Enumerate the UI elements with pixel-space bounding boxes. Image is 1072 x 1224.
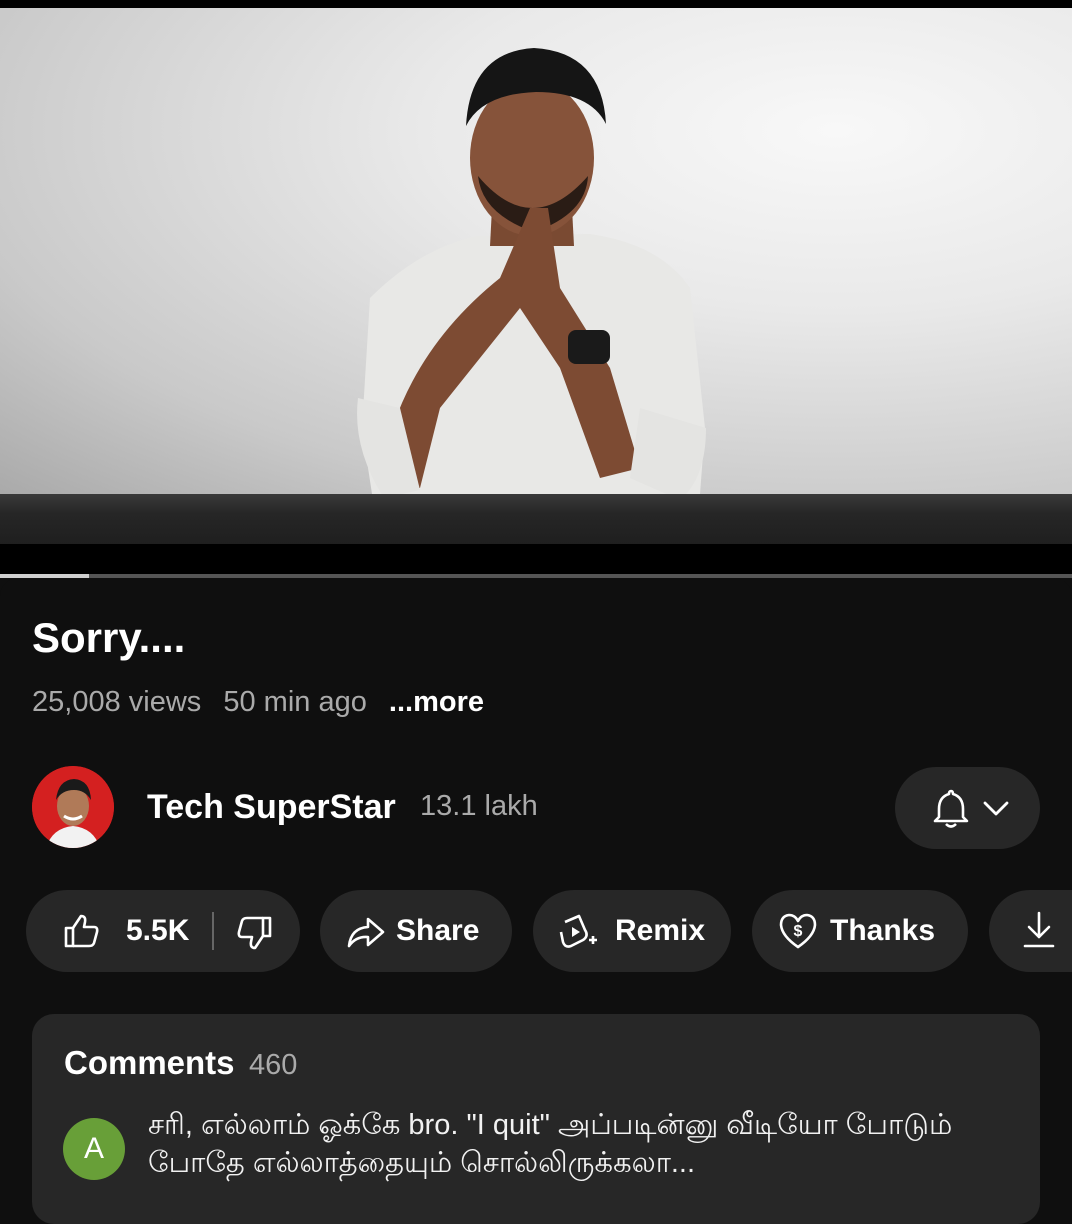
channel-avatar[interactable] [32, 766, 114, 848]
top-comment-text: சரி, எல்லாம் ஓக்கே bro. "I quit" அப்படின… [148, 1109, 953, 1179]
dislike-button[interactable] [214, 890, 300, 972]
channel-row: Tech SuperStar 13.1 lakh [32, 764, 1042, 850]
channel-name[interactable]: Tech SuperStar [147, 788, 396, 827]
bell-icon [933, 789, 969, 828]
dislike-icon [237, 916, 272, 950]
thanks-label: Thanks [830, 914, 936, 947]
subscription-bell-button[interactable] [895, 767, 1040, 849]
channel-avatar-image [32, 766, 114, 848]
video-frame-person [357, 48, 706, 500]
chevron-down-icon [983, 801, 1009, 816]
video-title: Sorry.... [32, 614, 186, 661]
video-details-panel: Sorry.... 25,008 views 50 min ago ...mor… [0, 578, 1072, 1224]
upload-age: 50 min ago [223, 686, 367, 718]
share-button[interactable]: Share [320, 890, 512, 972]
download-icon [1023, 911, 1055, 948]
download-button[interactable] [989, 890, 1072, 972]
remix-label: Remix [615, 914, 706, 947]
comments-count: 460 [248, 1049, 298, 1081]
video-table-surface [0, 494, 1072, 544]
thanks-button[interactable]: $ Thanks [752, 890, 968, 972]
action-bar: 5.5K Share Remix $ Thanks [26, 890, 1072, 972]
remix-button[interactable]: Remix [533, 890, 731, 972]
like-dislike-pill: 5.5K [26, 890, 300, 972]
subscriber-count: 13.1 lakh [420, 790, 538, 822]
share-label: Share [396, 914, 480, 947]
like-icon [64, 914, 99, 948]
comments-section[interactable]: Comments 460 A சரி, எல்லாம் ஓக்கே bro. "… [32, 1014, 1040, 1224]
video-letterbox [0, 544, 1072, 574]
thanks-icon: $ [779, 913, 817, 949]
more-link[interactable]: ...more [389, 686, 484, 718]
commenter-avatar[interactable]: A [63, 1118, 125, 1180]
comments-header: Comments 460 [64, 1044, 297, 1082]
comments-title: Comments [64, 1044, 235, 1081]
view-count: 25,008 views [32, 686, 202, 718]
remix-icon [559, 914, 597, 948]
share-icon [347, 917, 385, 948]
like-button[interactable]: 5.5K [26, 890, 212, 972]
video-player[interactable] [0, 8, 1072, 574]
like-count: 5.5K [126, 914, 190, 947]
status-bar-strip [0, 0, 1072, 8]
svg-text:$: $ [794, 923, 803, 940]
video-meta[interactable]: 25,008 views 50 min ago ...more [32, 686, 498, 719]
